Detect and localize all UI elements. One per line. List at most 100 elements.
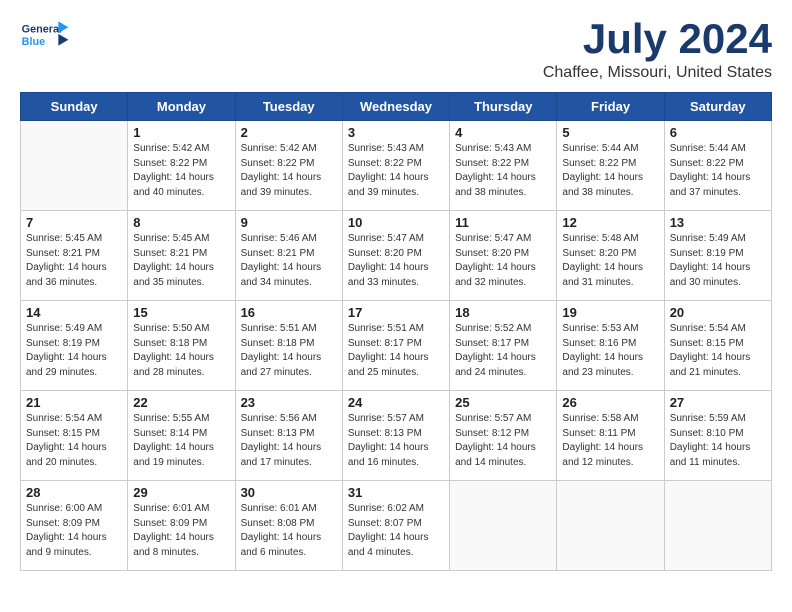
- day-header-saturday: Saturday: [664, 93, 771, 121]
- day-header-wednesday: Wednesday: [342, 93, 449, 121]
- day-number: 26: [562, 395, 658, 410]
- day-info: Sunrise: 5:49 AMSunset: 8:19 PMDaylight:…: [670, 232, 766, 290]
- calendar-cell: [557, 481, 664, 571]
- title-block: July 2024 Chaffee, Missouri, United Stat…: [543, 16, 772, 82]
- calendar-cell: 2Sunrise: 5:42 AMSunset: 8:22 PMDaylight…: [235, 121, 342, 211]
- day-info: Sunrise: 5:52 AMSunset: 8:17 PMDaylight:…: [455, 322, 551, 380]
- calendar-cell: [21, 121, 128, 211]
- day-info: Sunrise: 5:57 AMSunset: 8:12 PMDaylight:…: [455, 412, 551, 470]
- day-info: Sunrise: 5:46 AMSunset: 8:21 PMDaylight:…: [241, 232, 337, 290]
- day-number: 16: [241, 305, 337, 320]
- calendar-cell: 17 Sunrise: 5:51 AMSunset: 8:17 PMDayligh…: [342, 301, 449, 391]
- day-number: 31: [348, 485, 444, 500]
- day-info: Sunrise: 5:43 AMSunset: 8:22 PMDaylight:…: [348, 142, 444, 200]
- day-number: 24: [348, 395, 444, 410]
- calendar-cell: 4 Sunrise: 5:43 AMSunset: 8:22 PMDaylight…: [450, 121, 557, 211]
- day-header-friday: Friday: [557, 93, 664, 121]
- calendar-cell: 6 Sunrise: 5:44 AMSunset: 8:22 PMDaylight…: [664, 121, 771, 211]
- day-info: Sunrise: 5:45 AMSunset: 8:21 PMDaylight:…: [133, 232, 229, 290]
- subtitle: Chaffee, Missouri, United States: [543, 64, 772, 82]
- day-number: 21: [26, 395, 122, 410]
- day-number: 12: [562, 215, 658, 230]
- day-info: Sunrise: 6:01 AMSunset: 8:08 PMDaylight:…: [241, 502, 337, 560]
- svg-text:General: General: [22, 23, 62, 35]
- day-header-thursday: Thursday: [450, 93, 557, 121]
- calendar-cell: 5Sunrise: 5:44 AMSunset: 8:22 PMDaylight…: [557, 121, 664, 211]
- calendar-cell: 9 Sunrise: 5:46 AMSunset: 8:21 PMDaylight…: [235, 211, 342, 301]
- calendar-cell: 25 Sunrise: 5:57 AMSunset: 8:12 PMDayligh…: [450, 391, 557, 481]
- calendar-cell: 1 Sunrise: 5:42 AMSunset: 8:22 PMDaylight…: [128, 121, 235, 211]
- calendar-cell: [450, 481, 557, 571]
- day-number: 3: [348, 125, 444, 140]
- day-header-sunday: Sunday: [21, 93, 128, 121]
- day-number: 15: [133, 305, 229, 320]
- day-info: Sunrise: 6:01 AMSunset: 8:09 PMDaylight:…: [133, 502, 229, 560]
- day-number: 27: [670, 395, 766, 410]
- day-number: 1: [133, 125, 229, 140]
- day-header-tuesday: Tuesday: [235, 93, 342, 121]
- day-number: 18: [455, 305, 551, 320]
- calendar-cell: 13 Sunrise: 5:49 AMSunset: 8:19 PMDayligh…: [664, 211, 771, 301]
- calendar-cell: 15 Sunrise: 5:50 AMSunset: 8:18 PMDayligh…: [128, 301, 235, 391]
- day-info: Sunrise: 5:58 AMSunset: 8:11 PMDaylight:…: [562, 412, 658, 470]
- day-header-monday: Monday: [128, 93, 235, 121]
- day-number: 25: [455, 395, 551, 410]
- calendar-cell: 26 Sunrise: 5:58 AMSunset: 8:11 PMDayligh…: [557, 391, 664, 481]
- day-number: 19: [562, 305, 658, 320]
- day-number: 28: [26, 485, 122, 500]
- svg-text:Blue: Blue: [22, 36, 45, 48]
- calendar-cell: 23 Sunrise: 5:56 AMSunset: 8:13 PMDayligh…: [235, 391, 342, 481]
- day-number: 11: [455, 215, 551, 230]
- day-info: Sunrise: 5:44 AMSunset: 8:22 PMDaylight:…: [670, 142, 766, 200]
- day-info: Sunrise: 5:50 AMSunset: 8:18 PMDaylight:…: [133, 322, 229, 380]
- day-info: Sunrise: 5:44 AMSunset: 8:22 PMDaylight:…: [562, 142, 658, 200]
- day-info: Sunrise: 6:00 AMSunset: 8:09 PMDaylight:…: [26, 502, 122, 560]
- calendar-cell: 30Sunrise: 6:01 AMSunset: 8:08 PMDayligh…: [235, 481, 342, 571]
- calendar-header-row: SundayMondayTuesdayWednesdayThursdayFrid…: [21, 93, 772, 121]
- day-number: 4: [455, 125, 551, 140]
- calendar-cell: 19 Sunrise: 5:53 AMSunset: 8:16 PMDayligh…: [557, 301, 664, 391]
- calendar-cell: 8 Sunrise: 5:45 AMSunset: 8:21 PMDaylight…: [128, 211, 235, 301]
- day-info: Sunrise: 5:47 AMSunset: 8:20 PMDaylight:…: [455, 232, 551, 290]
- day-number: 14: [26, 305, 122, 320]
- day-info: Sunrise: 5:48 AMSunset: 8:20 PMDaylight:…: [562, 232, 658, 290]
- calendar-cell: 16Sunrise: 5:51 AMSunset: 8:18 PMDayligh…: [235, 301, 342, 391]
- day-info: Sunrise: 6:02 AMSunset: 8:07 PMDaylight:…: [348, 502, 444, 560]
- day-number: 22: [133, 395, 229, 410]
- day-info: Sunrise: 5:42 AMSunset: 8:22 PMDaylight:…: [133, 142, 229, 200]
- day-number: 29: [133, 485, 229, 500]
- calendar-cell: 29 Sunrise: 6:01 AMSunset: 8:09 PMDayligh…: [128, 481, 235, 571]
- calendar-cell: 12 Sunrise: 5:48 AMSunset: 8:20 PMDayligh…: [557, 211, 664, 301]
- day-number: 7: [26, 215, 122, 230]
- day-info: Sunrise: 5:51 AMSunset: 8:17 PMDaylight:…: [348, 322, 444, 380]
- day-number: 17: [348, 305, 444, 320]
- calendar-table: SundayMondayTuesdayWednesdayThursdayFrid…: [20, 92, 772, 571]
- day-info: Sunrise: 5:54 AMSunset: 8:15 PMDaylight:…: [670, 322, 766, 380]
- week-row-3: 14 Sunrise: 5:49 AMSunset: 8:19 PMDayligh…: [21, 301, 772, 391]
- week-row-2: 7 Sunrise: 5:45 AMSunset: 8:21 PMDaylight…: [21, 211, 772, 301]
- day-info: Sunrise: 5:45 AMSunset: 8:21 PMDaylight:…: [26, 232, 122, 290]
- day-info: Sunrise: 5:57 AMSunset: 8:13 PMDaylight:…: [348, 412, 444, 470]
- logo: General Blue: [20, 16, 70, 56]
- calendar-cell: 20 Sunrise: 5:54 AMSunset: 8:15 PMDayligh…: [664, 301, 771, 391]
- calendar-cell: 27Sunrise: 5:59 AMSunset: 8:10 PMDayligh…: [664, 391, 771, 481]
- calendar-cell: 7 Sunrise: 5:45 AMSunset: 8:21 PMDaylight…: [21, 211, 128, 301]
- day-number: 9: [241, 215, 337, 230]
- week-row-1: 1 Sunrise: 5:42 AMSunset: 8:22 PMDaylight…: [21, 121, 772, 211]
- day-info: Sunrise: 5:49 AMSunset: 8:19 PMDaylight:…: [26, 322, 122, 380]
- logo-icon: General Blue: [20, 16, 70, 56]
- calendar-cell: 11 Sunrise: 5:47 AMSunset: 8:20 PMDayligh…: [450, 211, 557, 301]
- day-number: 13: [670, 215, 766, 230]
- page-header: General Blue July 2024 Chaffee, Missouri…: [20, 16, 772, 82]
- day-number: 23: [241, 395, 337, 410]
- day-number: 20: [670, 305, 766, 320]
- day-number: 6: [670, 125, 766, 140]
- calendar-cell: 28 Sunrise: 6:00 AMSunset: 8:09 PMDayligh…: [21, 481, 128, 571]
- day-info: Sunrise: 5:53 AMSunset: 8:16 PMDaylight:…: [562, 322, 658, 380]
- day-info: Sunrise: 5:43 AMSunset: 8:22 PMDaylight:…: [455, 142, 551, 200]
- day-info: Sunrise: 5:56 AMSunset: 8:13 PMDaylight:…: [241, 412, 337, 470]
- calendar-cell: 22Sunrise: 5:55 AMSunset: 8:14 PMDayligh…: [128, 391, 235, 481]
- day-info: Sunrise: 5:54 AMSunset: 8:15 PMDaylight:…: [26, 412, 122, 470]
- main-title: July 2024: [543, 16, 772, 62]
- day-number: 8: [133, 215, 229, 230]
